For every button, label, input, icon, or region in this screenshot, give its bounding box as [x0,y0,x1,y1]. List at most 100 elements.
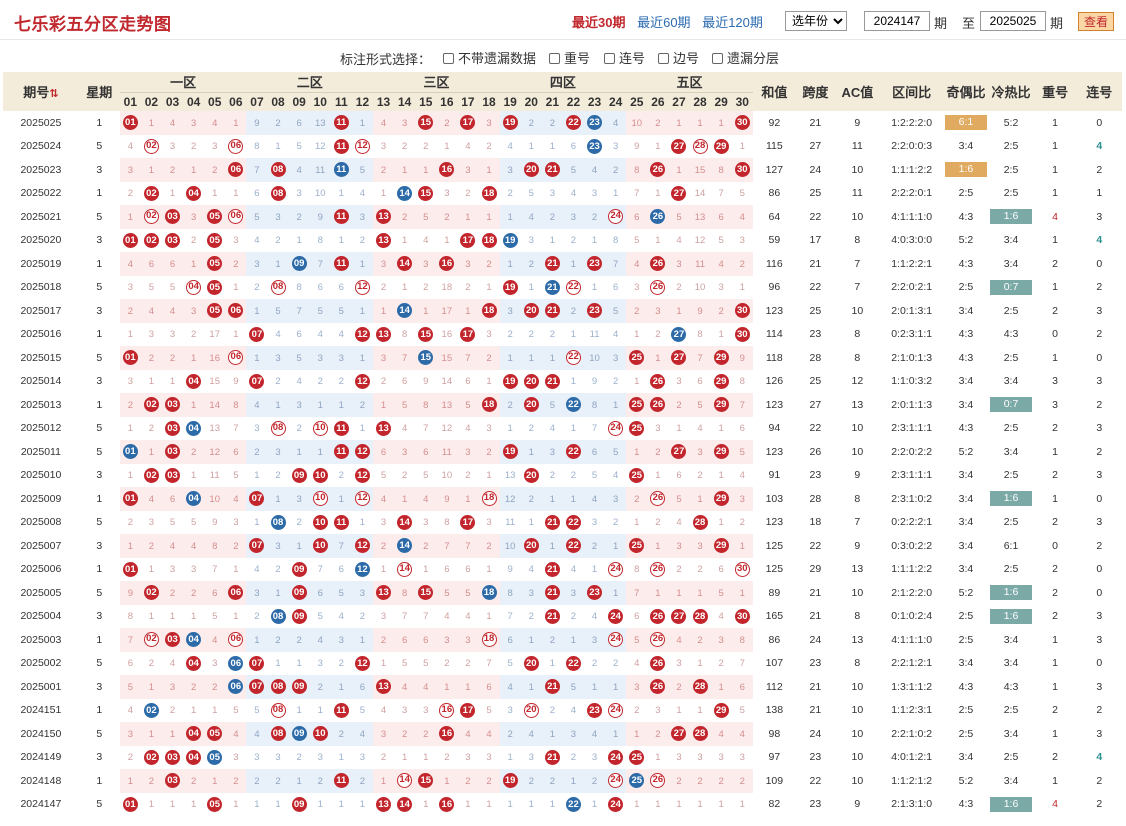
miss-count: 2 [676,282,682,294]
ac-cell: 7 [854,281,861,294]
miss-count: 5 [169,282,176,294]
miss-count: 1 [739,799,745,811]
miss-count: 2 [317,681,323,693]
miss-count: 1 [402,164,408,176]
miss-count: 8 [317,235,323,247]
number-cell: 1 [647,745,669,769]
sum-cell: 138 [765,704,784,717]
miss-count: 2 [655,329,661,341]
number-cell: 2 [330,651,352,675]
option-miss-layer[interactable]: 遗漏分层 [712,48,779,67]
miss-count: 1 [233,282,239,294]
number-cell: 2 [288,205,310,229]
number-cell: 3 [689,440,711,464]
checkbox-icon[interactable] [443,53,454,64]
view-button[interactable]: 查看 [1078,12,1114,31]
number-cell: 1 [267,651,289,675]
special-ball: 23 [587,138,603,154]
checkbox-icon[interactable] [658,53,669,64]
miss-count: 4 [169,540,176,552]
tab-recent-30[interactable]: 最近30期 [572,15,625,30]
zone-ratio-cell: 1:1:2:1:2 [891,774,933,787]
miss-count: 7 [697,352,703,364]
tab-recent-60[interactable]: 最近60期 [637,15,690,30]
miss-count: 1 [634,329,640,341]
drawn-ball: 13 [376,232,392,248]
miss-count: 1 [169,728,176,740]
from-issue-input[interactable] [864,11,930,31]
number-cell: 21 [541,369,563,393]
tab-recent-120[interactable]: 最近120期 [702,15,763,30]
drawn-ball: 20 [523,702,539,718]
option-edge[interactable]: 边号 [658,48,699,67]
number-cell: 1 [689,111,711,135]
drawn-ball: 02 [143,185,159,201]
span-cell: 26 [809,445,822,458]
number-cell: 24 [605,628,627,652]
miss-count: 7 [507,611,513,623]
year-select[interactable]: 选年份 [785,11,847,31]
option-repeat[interactable]: 重号 [549,48,590,67]
miss-count: 5 [676,493,682,505]
number-cell: 1 [478,792,500,816]
number-cell: 2 [183,134,205,158]
miss-count: 4 [317,329,323,341]
sort-icon[interactable]: ⇅ [49,88,58,100]
miss-count: 16 [209,352,220,364]
number-cell: 3 [478,322,500,346]
table-row: 2025008 5 2 3 5 5 9 3 1 08 2 10 11 1 3 14 3 8 17 3 11 1 21 22 3 2… [3,510,1122,534]
repeat-cell: 1 [1052,492,1058,505]
checkbox-icon[interactable] [712,53,723,64]
issue-label-to: 期 [1050,16,1064,31]
miss-count: 8 [296,282,302,294]
drawn-ball: 12 [354,138,370,154]
miss-count: 1 [296,446,302,458]
checkbox-icon[interactable] [604,53,615,64]
top-bar: 七乐彩五分区走势图 最近30期 最近60期 最近120期 选年份 期 至 期 查… [0,0,1126,40]
number-cell: 3 [478,510,500,534]
miss-count: 1 [169,611,176,623]
option-no-miss-data[interactable]: 不带遗漏数据 [443,48,536,67]
miss-count: 2 [549,329,555,341]
miss-count: 3 [444,634,450,646]
number-cell: 10 [689,275,711,299]
option-consecutive[interactable]: 连号 [604,48,645,67]
issue-cell: 2025019 [20,257,62,270]
miss-count: 3 [465,752,471,764]
zone-ratio-cell: 2:3:1:1:1 [891,422,933,435]
number-cell: 8 [394,322,416,346]
miss-count: 1 [359,799,366,811]
checkbox-icon[interactable] [549,53,560,64]
miss-count: 2 [359,399,366,411]
number-cell: 7 [605,252,627,276]
issue-cell: 2025018 [20,281,62,294]
miss-count: 2 [486,540,492,552]
miss-count: 2 [697,775,703,787]
number-cell: 7 [457,534,479,558]
number-cell: 5 [626,628,648,652]
number-cell: 1 [140,369,162,393]
miss-count: 5 [718,235,724,247]
to-issue-input[interactable] [980,11,1046,31]
number-cell: 1 [161,604,184,628]
span-cell: 21 [809,257,822,270]
miss-count: 1 [570,376,577,388]
number-cell: 06 [225,299,247,323]
drawn-ball: 25 [629,749,645,765]
number-cell: 5 [689,393,711,417]
hot-cold-cell: 1:6 [988,205,1033,229]
number-cell: 21 [541,604,563,628]
miss-count: 11 [589,329,600,341]
number-cell: 4 [140,299,162,323]
consecutive-cell: 3 [1096,375,1103,388]
miss-count: 1 [317,705,323,717]
number-cell: 2 [499,393,521,417]
header-issue[interactable]: 期号⇅ [3,72,79,111]
miss-count: 9 [507,564,513,576]
miss-count: 2 [148,658,155,670]
miss-count: 6 [212,587,218,599]
number-cell: 11 [689,252,711,276]
drawn-ball: 28 [692,138,708,154]
drawn-ball: 28 [692,679,708,695]
miss-count: 2 [275,117,281,129]
